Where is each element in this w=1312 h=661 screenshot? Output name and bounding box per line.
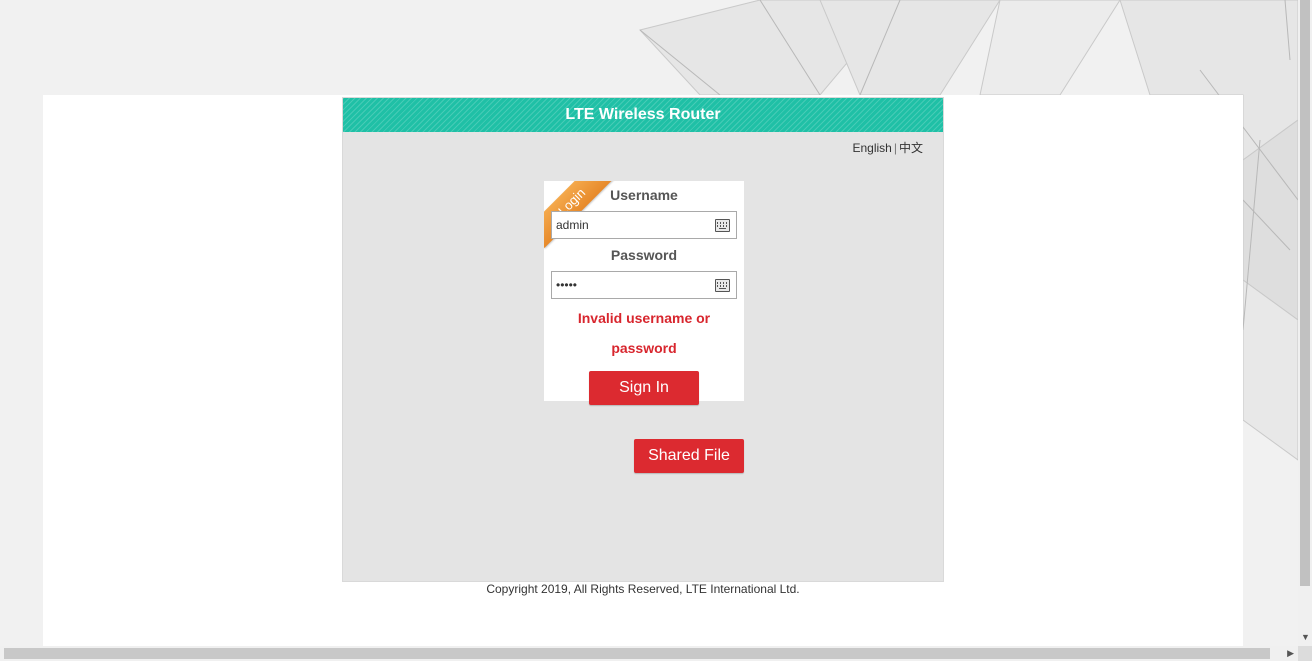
language-switcher: English | 中文: [853, 139, 924, 156]
vertical-scrollbar-thumb[interactable]: [1300, 0, 1310, 586]
scroll-right-arrow-icon[interactable]: ▶: [1287, 648, 1294, 659]
password-field-box: [551, 271, 737, 299]
keyboard-icon[interactable]: [715, 279, 730, 292]
horizontal-scrollbar[interactable]: ▶: [0, 646, 1298, 661]
error-message: Invalid username or password: [577, 310, 711, 356]
vertical-scrollbar[interactable]: ▼: [1298, 0, 1312, 646]
username-field-box: [551, 211, 737, 239]
username-label: Username: [610, 187, 678, 203]
scroll-down-arrow-icon[interactable]: ▼: [1301, 633, 1310, 642]
keyboard-icon[interactable]: [715, 219, 730, 232]
password-input[interactable]: [556, 272, 706, 298]
language-english-link[interactable]: English: [853, 141, 892, 155]
copyright-text: Copyright 2019, All Rights Reserved, LTE…: [486, 582, 800, 596]
sign-in-button[interactable]: Sign In: [589, 371, 699, 405]
router-frame: LTE Wireless Router English | 中文 Login Use…: [342, 97, 944, 582]
horizontal-scrollbar-thumb[interactable]: [4, 648, 1270, 659]
password-label: Password: [610, 247, 678, 263]
username-input[interactable]: [556, 212, 706, 238]
language-chinese-link[interactable]: 中文: [899, 141, 923, 155]
page-title: LTE Wireless Router: [343, 98, 943, 132]
language-separator: |: [893, 141, 897, 155]
scrollbar-corner: [1298, 646, 1312, 661]
shared-file-button[interactable]: Shared File: [634, 439, 744, 473]
login-card: Login Username Password Invalid username…: [544, 181, 744, 401]
